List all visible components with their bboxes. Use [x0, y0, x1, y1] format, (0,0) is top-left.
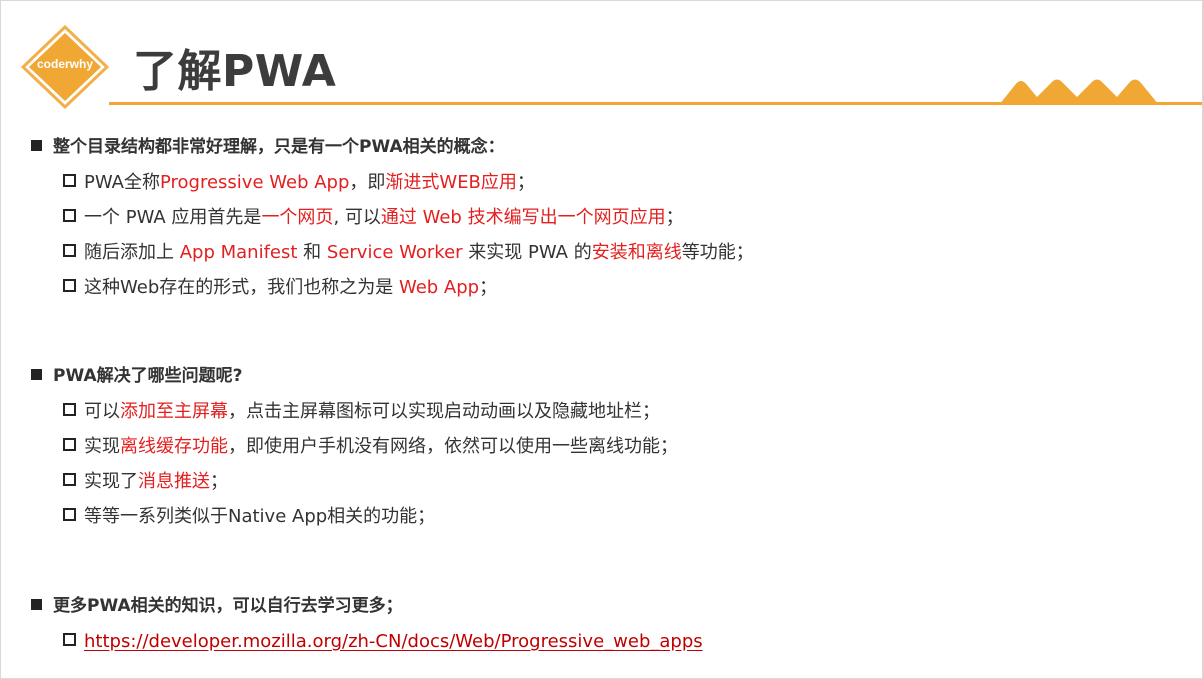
filled-square-bullet-icon	[31, 140, 42, 151]
list-item: 等等一系列类似于Native App相关的功能；	[31, 499, 1181, 534]
section-title-problems: PWA解决了哪些问题呢?	[31, 358, 1181, 394]
hollow-square-bullet-icon	[63, 438, 76, 451]
list-item: 这种Web存在的形式，我们也称之为是 Web App；	[31, 270, 1181, 305]
hollow-square-bullet-icon	[63, 473, 76, 486]
list-item: PWA全称Progressive Web App，即渐进式WEB应用；	[31, 165, 1181, 200]
hollow-square-bullet-icon	[63, 244, 76, 257]
filled-square-bullet-icon	[31, 599, 42, 610]
logo-text: coderwhy	[36, 57, 93, 71]
mountain-decoration-icon	[999, 79, 1159, 105]
hollow-square-bullet-icon	[63, 508, 76, 521]
hollow-square-bullet-icon	[63, 209, 76, 222]
slide-content: 整个目录结构都非常好理解，只是有一个PWA相关的概念： PWA全称Progres…	[31, 129, 1181, 659]
mdn-pwa-link[interactable]: https://developer.mozilla.org/zh-CN/docs…	[84, 631, 703, 652]
list-item: 一个 PWA 应用首先是一个网页, 可以通过 Web 技术编写出一个网页应用；	[31, 200, 1181, 235]
section-title-concept: 整个目录结构都非常好理解，只是有一个PWA相关的概念：	[31, 129, 1181, 165]
list-item: 实现了消息推送；	[31, 464, 1181, 499]
list-item: 实现离线缓存功能，即使用户手机没有网络，依然可以使用一些离线功能；	[31, 429, 1181, 464]
page-title: 了解PWA	[133, 46, 337, 97]
hollow-square-bullet-icon	[63, 403, 76, 416]
filled-square-bullet-icon	[31, 369, 42, 380]
hollow-square-bullet-icon	[63, 174, 76, 187]
list-item: 可以添加至主屏幕，点击主屏幕图标可以实现启动动画以及隐藏地址栏；	[31, 394, 1181, 429]
list-item: https://developer.mozilla.org/zh-CN/docs…	[31, 624, 1181, 659]
list-item: 随后添加上 App Manifest 和 Service Worker 来实现 …	[31, 235, 1181, 270]
section-title-more: 更多PWA相关的知识，可以自行去学习更多；	[31, 588, 1181, 624]
hollow-square-bullet-icon	[63, 279, 76, 292]
slide-header: coderwhy 了解PWA	[1, 1, 1202, 111]
slide: coderwhy 了解PWA 整个目录结构都非常好理解，只是有一个PWA相关的概…	[0, 0, 1203, 679]
hollow-square-bullet-icon	[63, 633, 76, 646]
